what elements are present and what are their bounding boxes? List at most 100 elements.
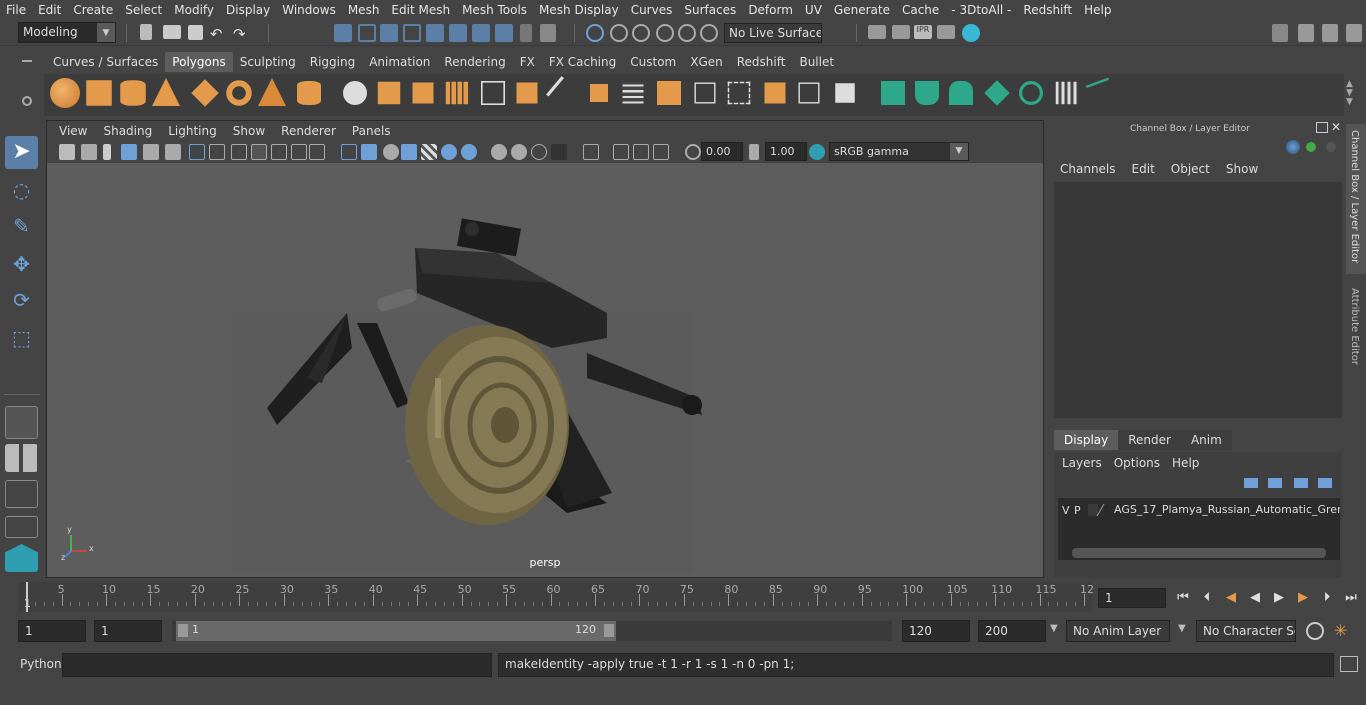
end-time-field[interactable]: 200: [978, 620, 1046, 642]
bend-icon[interactable]: [949, 81, 973, 105]
quad-draw-icon[interactable]: [657, 81, 681, 105]
poly-cone-icon[interactable]: [152, 78, 180, 106]
two-pane-layout-icon[interactable]: [5, 480, 38, 508]
tab-polygons[interactable]: Polygons: [165, 52, 233, 72]
menu-layer-help[interactable]: Help: [1172, 456, 1199, 470]
planar-map-icon[interactable]: [727, 81, 751, 105]
play-forwards-icon[interactable]: ▶: [1268, 587, 1290, 609]
xray-icon[interactable]: [613, 144, 629, 160]
tab-sculpting[interactable]: Sculpting: [233, 52, 303, 72]
uv-editor-icon[interactable]: [694, 82, 716, 104]
tab-curves-surfaces[interactable]: Curves / Surfaces: [46, 52, 165, 72]
exposure-field[interactable]: 0.00: [701, 142, 743, 161]
range-slider-handle[interactable]: 1 120: [176, 621, 616, 641]
bone-icon[interactable]: [1085, 77, 1117, 109]
redo-icon[interactable]: ↷: [233, 25, 251, 43]
menu-layers[interactable]: Layers: [1062, 456, 1114, 470]
menu-edit-mesh[interactable]: Edit Mesh: [385, 3, 456, 17]
channel-list[interactable]: [1054, 182, 1342, 418]
menu-curves[interactable]: Curves: [625, 3, 679, 17]
viewport-menu-shading[interactable]: Shading: [95, 124, 160, 138]
snap-curve-icon[interactable]: [426, 24, 444, 42]
four-pane-layout-icon[interactable]: [5, 444, 38, 472]
edge-loop-icon[interactable]: [622, 82, 644, 104]
open-scene-icon[interactable]: [163, 25, 181, 39]
auto-key-icon[interactable]: [1306, 622, 1324, 640]
layer-visibility[interactable]: V: [1062, 504, 1070, 517]
bevel-icon[interactable]: [516, 82, 538, 104]
poly-torus-icon[interactable]: [226, 80, 252, 106]
anti-aliasing-icon[interactable]: [531, 144, 547, 160]
menu-cb-edit[interactable]: Edit: [1124, 162, 1163, 176]
safe-title-icon[interactable]: [309, 144, 325, 160]
layer-scrollbar[interactable]: [1072, 548, 1326, 558]
auto-uv-icon[interactable]: [764, 82, 786, 104]
command-input[interactable]: [62, 653, 492, 677]
new-scene-icon[interactable]: [140, 24, 152, 40]
textured-icon[interactable]: [421, 144, 437, 160]
snap-curve-to-icon[interactable]: [610, 24, 628, 42]
undo-icon[interactable]: ↶: [210, 25, 228, 43]
tab-fx-caching[interactable]: FX Caching: [542, 52, 623, 72]
move-tool-icon[interactable]: ✥: [5, 248, 38, 281]
default-material-icon[interactable]: [383, 144, 399, 160]
layout-icon-3[interactable]: [1346, 24, 1362, 42]
step-forward-frame-icon[interactable]: ▶: [1292, 587, 1314, 609]
poly-cylinder-icon[interactable]: [120, 80, 146, 106]
poly-pyramid-icon[interactable]: [258, 78, 286, 106]
mode-selector[interactable]: Modeling ▼: [18, 22, 116, 43]
go-to-end-icon[interactable]: ⏭: [1340, 587, 1362, 609]
menu-mesh[interactable]: Mesh: [342, 3, 386, 17]
combine-icon[interactable]: [343, 81, 367, 105]
cut-uv-icon[interactable]: [798, 82, 820, 104]
menu-edit[interactable]: Edit: [32, 3, 67, 17]
snap-live-icon[interactable]: [495, 24, 513, 42]
grid-icon[interactable]: [189, 144, 205, 160]
layout-icon-2[interactable]: [1322, 24, 1338, 42]
script-editor-icon[interactable]: [1340, 656, 1358, 672]
tab-display[interactable]: Display: [1054, 430, 1119, 450]
menu-uv[interactable]: UV: [799, 3, 828, 17]
outliner-layout-icon[interactable]: [5, 516, 38, 538]
time-ruler[interactable]: 5 10 15 20 25 30 35 40 45 50 55 60 65 70 75 80 85 90 95 100…: [18, 582, 1094, 612]
smooth-shade-icon[interactable]: [361, 144, 377, 160]
curve-warp-icon[interactable]: [915, 81, 939, 105]
camera-attributes-icon[interactable]: [81, 144, 97, 160]
xray-joints-icon[interactable]: [633, 144, 649, 160]
menu-mesh-display[interactable]: Mesh Display: [533, 3, 625, 17]
safe-action-icon[interactable]: [291, 144, 307, 160]
render-settings-icon[interactable]: [937, 25, 955, 39]
anim-layer-dropdown[interactable]: No Anim Layer: [1066, 620, 1170, 642]
magnet-icon[interactable]: [700, 24, 718, 42]
ambient-occlusion-icon[interactable]: [491, 144, 507, 160]
hypershade-icon[interactable]: [962, 24, 980, 42]
move-layer-down-icon[interactable]: [1268, 478, 1282, 488]
render-frame-icon[interactable]: [892, 25, 910, 39]
viewport-menu-renderer[interactable]: Renderer: [273, 124, 344, 138]
menu-help[interactable]: Help: [1078, 3, 1117, 17]
shelf-scroll-icon[interactable]: ▲ ▼ ▼: [1346, 80, 1356, 110]
menu-surfaces[interactable]: Surfaces: [678, 3, 742, 17]
menu-redshift[interactable]: Redshift: [1017, 3, 1078, 17]
workspace-icon[interactable]: [1272, 24, 1288, 42]
menu-windows[interactable]: Windows: [276, 3, 342, 17]
lasso-tool-icon[interactable]: ◌: [5, 174, 38, 207]
axis-toggle-icon[interactable]: [1286, 140, 1300, 154]
isolate-select-icon[interactable]: [583, 144, 599, 160]
layer-color-icon[interactable]: [1096, 504, 1116, 516]
animation-prefs-icon[interactable]: ✳: [1334, 621, 1354, 641]
layer-row[interactable]: V P AGS_17_Plamya_Russian_Automatic_Gren…: [1058, 502, 1340, 520]
tab-rendering[interactable]: Rendering: [437, 52, 512, 72]
play-backwards-icon[interactable]: ◀: [1244, 587, 1266, 609]
tab-rigging[interactable]: Rigging: [303, 52, 362, 72]
range-end-grip[interactable]: [604, 624, 614, 637]
grid-toggle-icon[interactable]: [143, 144, 159, 160]
snap-point-icon[interactable]: [449, 24, 467, 42]
save-scene-icon[interactable]: [188, 25, 203, 40]
select-by-object-icon[interactable]: [358, 24, 376, 42]
extrude-icon[interactable]: [412, 82, 434, 104]
snapshot-icon[interactable]: [881, 81, 905, 105]
backface-icon[interactable]: [653, 144, 669, 160]
bookmark-icon[interactable]: [103, 144, 111, 160]
menu-file[interactable]: File: [0, 3, 32, 17]
